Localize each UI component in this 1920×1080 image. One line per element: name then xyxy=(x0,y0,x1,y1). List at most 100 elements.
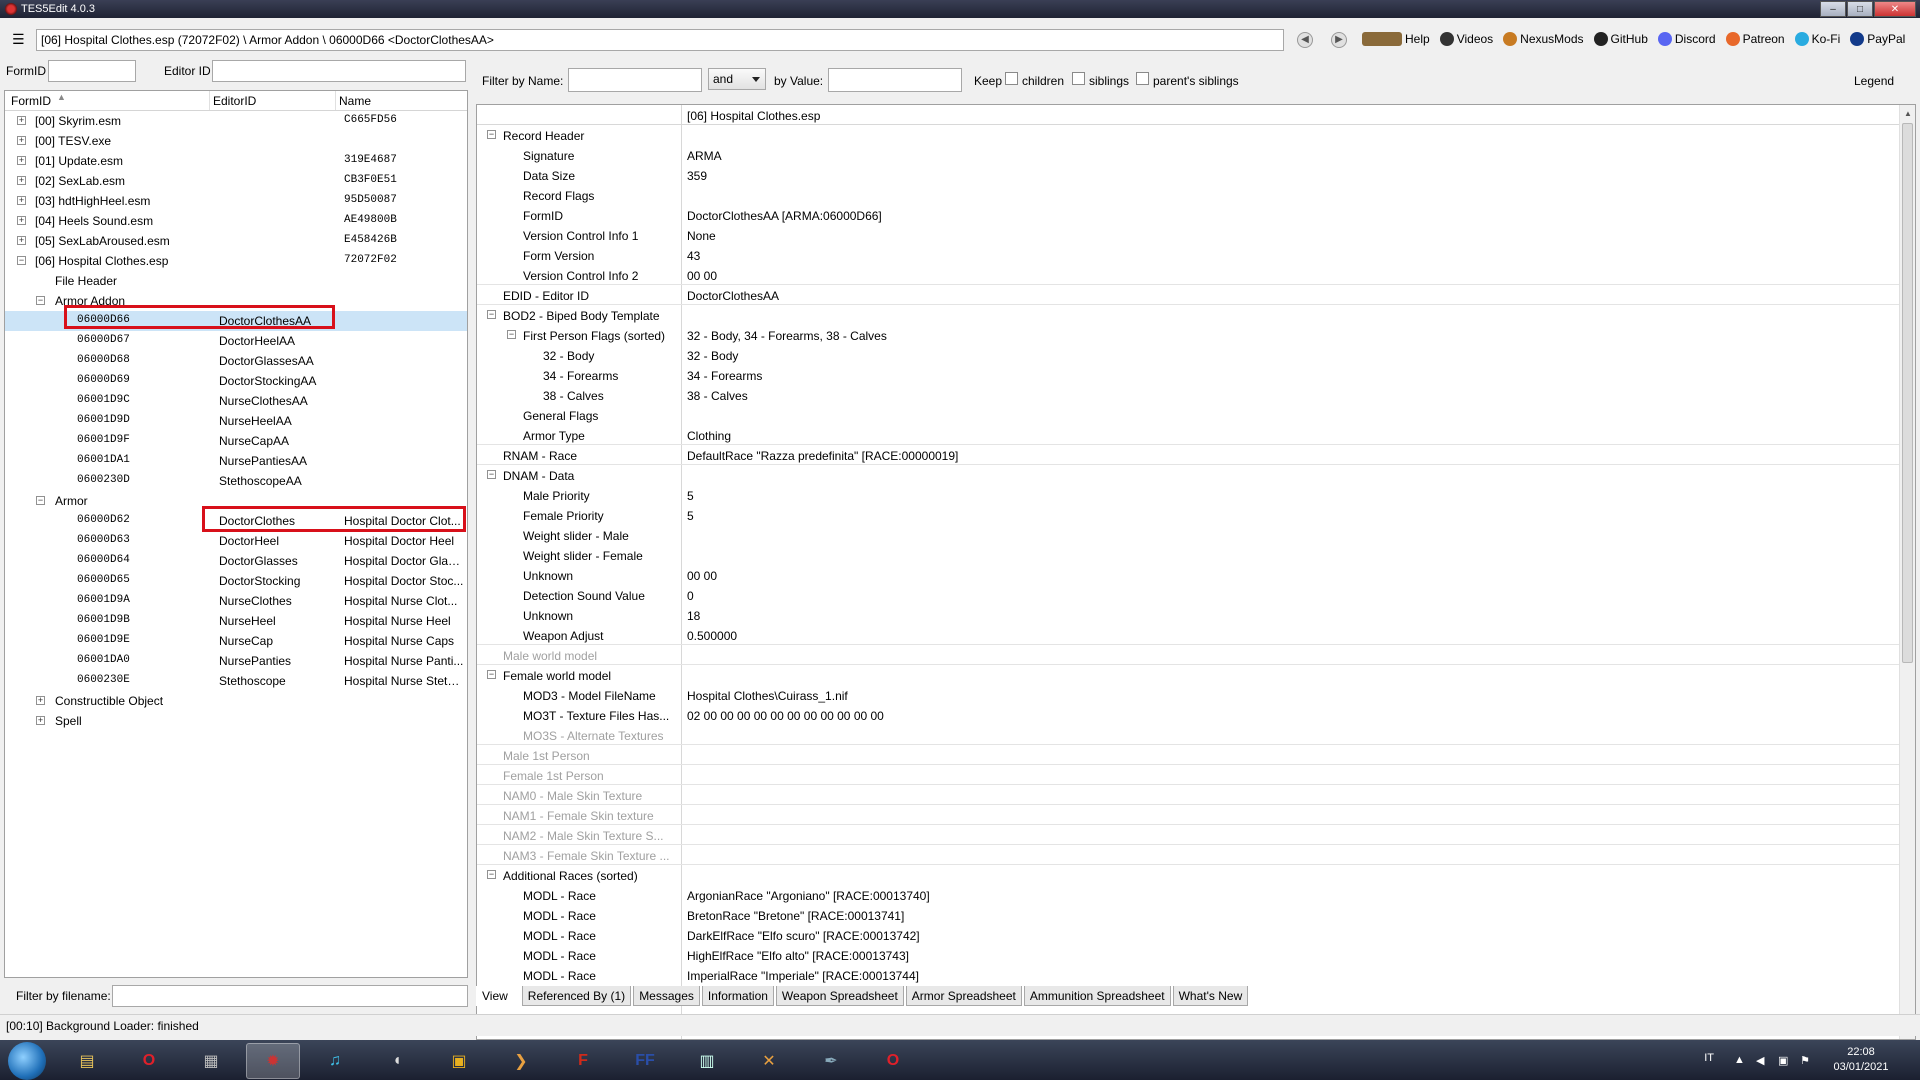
filter-name-input[interactable] xyxy=(568,68,702,92)
siblings-checkbox[interactable] xyxy=(1072,72,1085,85)
filter-operator-select[interactable]: and xyxy=(708,68,766,90)
grid-row[interactable]: − Record Header xyxy=(477,125,1901,145)
tree-record-row[interactable]: 06000D63 DoctorHeel Hospital Doctor Heel xyxy=(5,531,467,551)
forward-arrow-icon[interactable]: ▶ xyxy=(1331,32,1347,48)
tree-record-row[interactable]: 06000D64 DoctorGlasses Hospital Doctor Gla… xyxy=(5,551,467,571)
link-patreon[interactable]: Patreon xyxy=(1725,32,1785,46)
grid-row[interactable]: 34 - Forearms 34 - Forearms xyxy=(477,365,1901,385)
tree-record-row[interactable]: 06001D9F NurseCapAA xyxy=(5,431,467,451)
filezilla-icon[interactable]: F xyxy=(556,1043,610,1079)
opera-gx-icon[interactable]: O xyxy=(866,1043,920,1079)
speaker-icon[interactable]: ◀ xyxy=(1756,1054,1768,1067)
grid-row[interactable]: Male Priority 5 xyxy=(477,485,1901,505)
grid-row[interactable]: NAM2 - Male Skin Texture S... xyxy=(477,825,1901,845)
grid-row[interactable]: Signature ARMA xyxy=(477,145,1901,165)
collapse-icon[interactable]: − xyxy=(487,130,496,139)
grid-row[interactable]: MODL - Race BretonRace "Bretone" [RACE:00… xyxy=(477,905,1901,925)
expand-icon[interactable]: + xyxy=(17,216,26,225)
tree-record-row[interactable]: 06001D9D NurseHeelAA xyxy=(5,411,467,431)
grid-row[interactable]: − Female world model xyxy=(477,665,1901,685)
scrollbar-thumb[interactable] xyxy=(1902,123,1913,663)
link-github[interactable]: GitHub xyxy=(1593,32,1648,46)
tree-record-row[interactable]: 06000D67 DoctorHeelAA xyxy=(5,331,467,351)
minimize-button[interactable]: – xyxy=(1820,1,1846,17)
grid-row[interactable]: Weight slider - Male xyxy=(477,525,1901,545)
legend-button[interactable]: Legend xyxy=(1854,74,1894,88)
tree-file-node[interactable]: + [04] Heels Sound.esm AE49800B xyxy=(5,211,467,231)
collapse-icon[interactable]: − xyxy=(36,296,45,305)
editorid-filter-input[interactable] xyxy=(212,60,466,82)
grid-row[interactable]: Female 1st Person xyxy=(477,765,1901,785)
pen-icon[interactable]: ✒ xyxy=(804,1043,858,1079)
tab-referenced-by-1-[interactable]: Referenced By (1) xyxy=(521,986,632,1006)
grid-row[interactable]: Record Flags xyxy=(477,185,1901,205)
record-grid[interactable]: [06] Hospital Clothes.esp − Record Header… xyxy=(476,104,1916,1040)
grid-row[interactable]: Detection Sound Value 0 xyxy=(477,585,1901,605)
audio-icon[interactable]: ◖ xyxy=(370,1043,424,1079)
link-discord[interactable]: Discord xyxy=(1657,32,1716,46)
link-help[interactable]: Help xyxy=(1362,32,1430,46)
tree-file-node[interactable]: + [03] hdtHighHeel.esm 95D50087 xyxy=(5,191,467,211)
tab-ammunition-spreadsheet[interactable]: Ammunition Spreadsheet xyxy=(1023,986,1171,1006)
tree-file-node[interactable]: + [01] Update.esm 319E4687 xyxy=(5,151,467,171)
collapse-icon[interactable]: − xyxy=(487,470,496,479)
explorer-icon[interactable]: ▤ xyxy=(60,1043,114,1079)
record-path-bar[interactable]: [06] Hospital Clothes.esp (72072F02) \ A… xyxy=(36,29,1284,51)
grid-row[interactable]: MOD3 - Model FileName Hospital Clothes\Cu… xyxy=(477,685,1901,705)
tree-group-node[interactable]: + Spell xyxy=(5,711,467,731)
parents-siblings-checkbox[interactable] xyxy=(1136,72,1149,85)
link-ko-fi[interactable]: Ko-Fi xyxy=(1794,32,1840,46)
back-arrow-icon[interactable]: ◀ xyxy=(1297,32,1313,48)
grid-row[interactable]: Weapon Adjust 0.500000 xyxy=(477,625,1901,645)
grid-row[interactable]: Unknown 18 xyxy=(477,605,1901,625)
grid-row[interactable]: 38 - Calves 38 - Calves xyxy=(477,385,1901,405)
tree-file-node[interactable]: + [02] SexLab.esm CB3F0E51 xyxy=(5,171,467,191)
children-checkbox[interactable] xyxy=(1005,72,1018,85)
expand-icon[interactable]: + xyxy=(17,236,26,245)
grid-row[interactable]: RNAM - Race DefaultRace "Razza predefinit… xyxy=(477,445,1901,465)
ffdec-icon[interactable]: FF xyxy=(618,1043,672,1079)
grid-row[interactable]: Form Version 43 xyxy=(477,245,1901,265)
tree-record-row[interactable]: 06000D69 DoctorStockingAA xyxy=(5,371,467,391)
collapse-icon[interactable]: − xyxy=(487,870,496,879)
expand-icon[interactable]: + xyxy=(36,716,45,725)
opera-icon[interactable]: O xyxy=(122,1043,176,1079)
grid-row[interactable]: NAM3 - Female Skin Texture ... xyxy=(477,845,1901,865)
grid-row[interactable]: MODL - Race HighElfRace "Elfo alto" [RACE… xyxy=(477,945,1901,965)
tree-file-header[interactable]: File Header xyxy=(5,271,467,291)
filename-filter-input[interactable] xyxy=(112,985,468,1007)
header-formid[interactable]: FormID xyxy=(11,94,51,108)
tree-record-row[interactable]: 06001D9A NurseClothes Hospital Nurse Clot.… xyxy=(5,591,467,611)
hamburger-menu-icon[interactable]: ☰ xyxy=(12,32,26,46)
collapse-icon[interactable]: − xyxy=(487,670,496,679)
grid-row[interactable]: Version Control Info 1 None xyxy=(477,225,1901,245)
music-icon[interactable]: ♫ xyxy=(308,1043,362,1079)
scroll-up-icon[interactable]: ▲ xyxy=(1903,109,1913,118)
tree-record-row[interactable]: 06001DA1 NursePantiesAA xyxy=(5,451,467,471)
vertical-scrollbar[interactable]: ▲ ▼ xyxy=(1899,105,1915,1039)
grid-row[interactable]: NAM1 - Female Skin texture xyxy=(477,805,1901,825)
grid-row[interactable]: General Flags xyxy=(477,405,1901,425)
tray-arrow-icon[interactable]: ▲ xyxy=(1734,1054,1746,1066)
grid-row[interactable]: 32 - Body 32 - Body xyxy=(477,345,1901,365)
grid-row[interactable]: − BOD2 - Biped Body Template xyxy=(477,305,1901,325)
tree-file-node[interactable]: − [06] Hospital Clothes.esp 72072F02 xyxy=(5,251,467,271)
grid-row[interactable]: − DNAM - Data xyxy=(477,465,1901,485)
maximize-button[interactable]: □ xyxy=(1847,1,1873,17)
flag-icon[interactable]: ⚑ xyxy=(1800,1054,1812,1067)
grid-row[interactable]: MODL - Race ImperialRace "Imperiale" [RAC… xyxy=(477,965,1901,985)
tree-record-row[interactable]: 0600230E Stethoscope Hospital Nurse Steth.… xyxy=(5,671,467,691)
plugin-column-header[interactable]: [06] Hospital Clothes.esp xyxy=(687,109,820,123)
window-icon[interactable]: ▥ xyxy=(680,1043,734,1079)
grid-row[interactable]: Female Priority 5 xyxy=(477,505,1901,525)
grid-row[interactable]: NAM0 - Male Skin Texture xyxy=(477,785,1901,805)
grid-row[interactable]: Male world model xyxy=(477,645,1901,665)
tab-information[interactable]: Information xyxy=(701,986,774,1006)
grid-row[interactable]: MO3T - Texture Files Has... 02 00 00 00 0… xyxy=(477,705,1901,725)
tree-record-row[interactable]: 06001D9C NurseClothesAA xyxy=(5,391,467,411)
tab-what-s-new[interactable]: What's New xyxy=(1172,986,1249,1006)
tree-record-row[interactable]: 06000D68 DoctorGlassesAA xyxy=(5,351,467,371)
grid-row[interactable]: Armor Type Clothing xyxy=(477,425,1901,445)
tab-weapon-spreadsheet[interactable]: Weapon Spreadsheet xyxy=(775,986,904,1006)
grid-row[interactable]: MO3S - Alternate Textures xyxy=(477,725,1901,745)
